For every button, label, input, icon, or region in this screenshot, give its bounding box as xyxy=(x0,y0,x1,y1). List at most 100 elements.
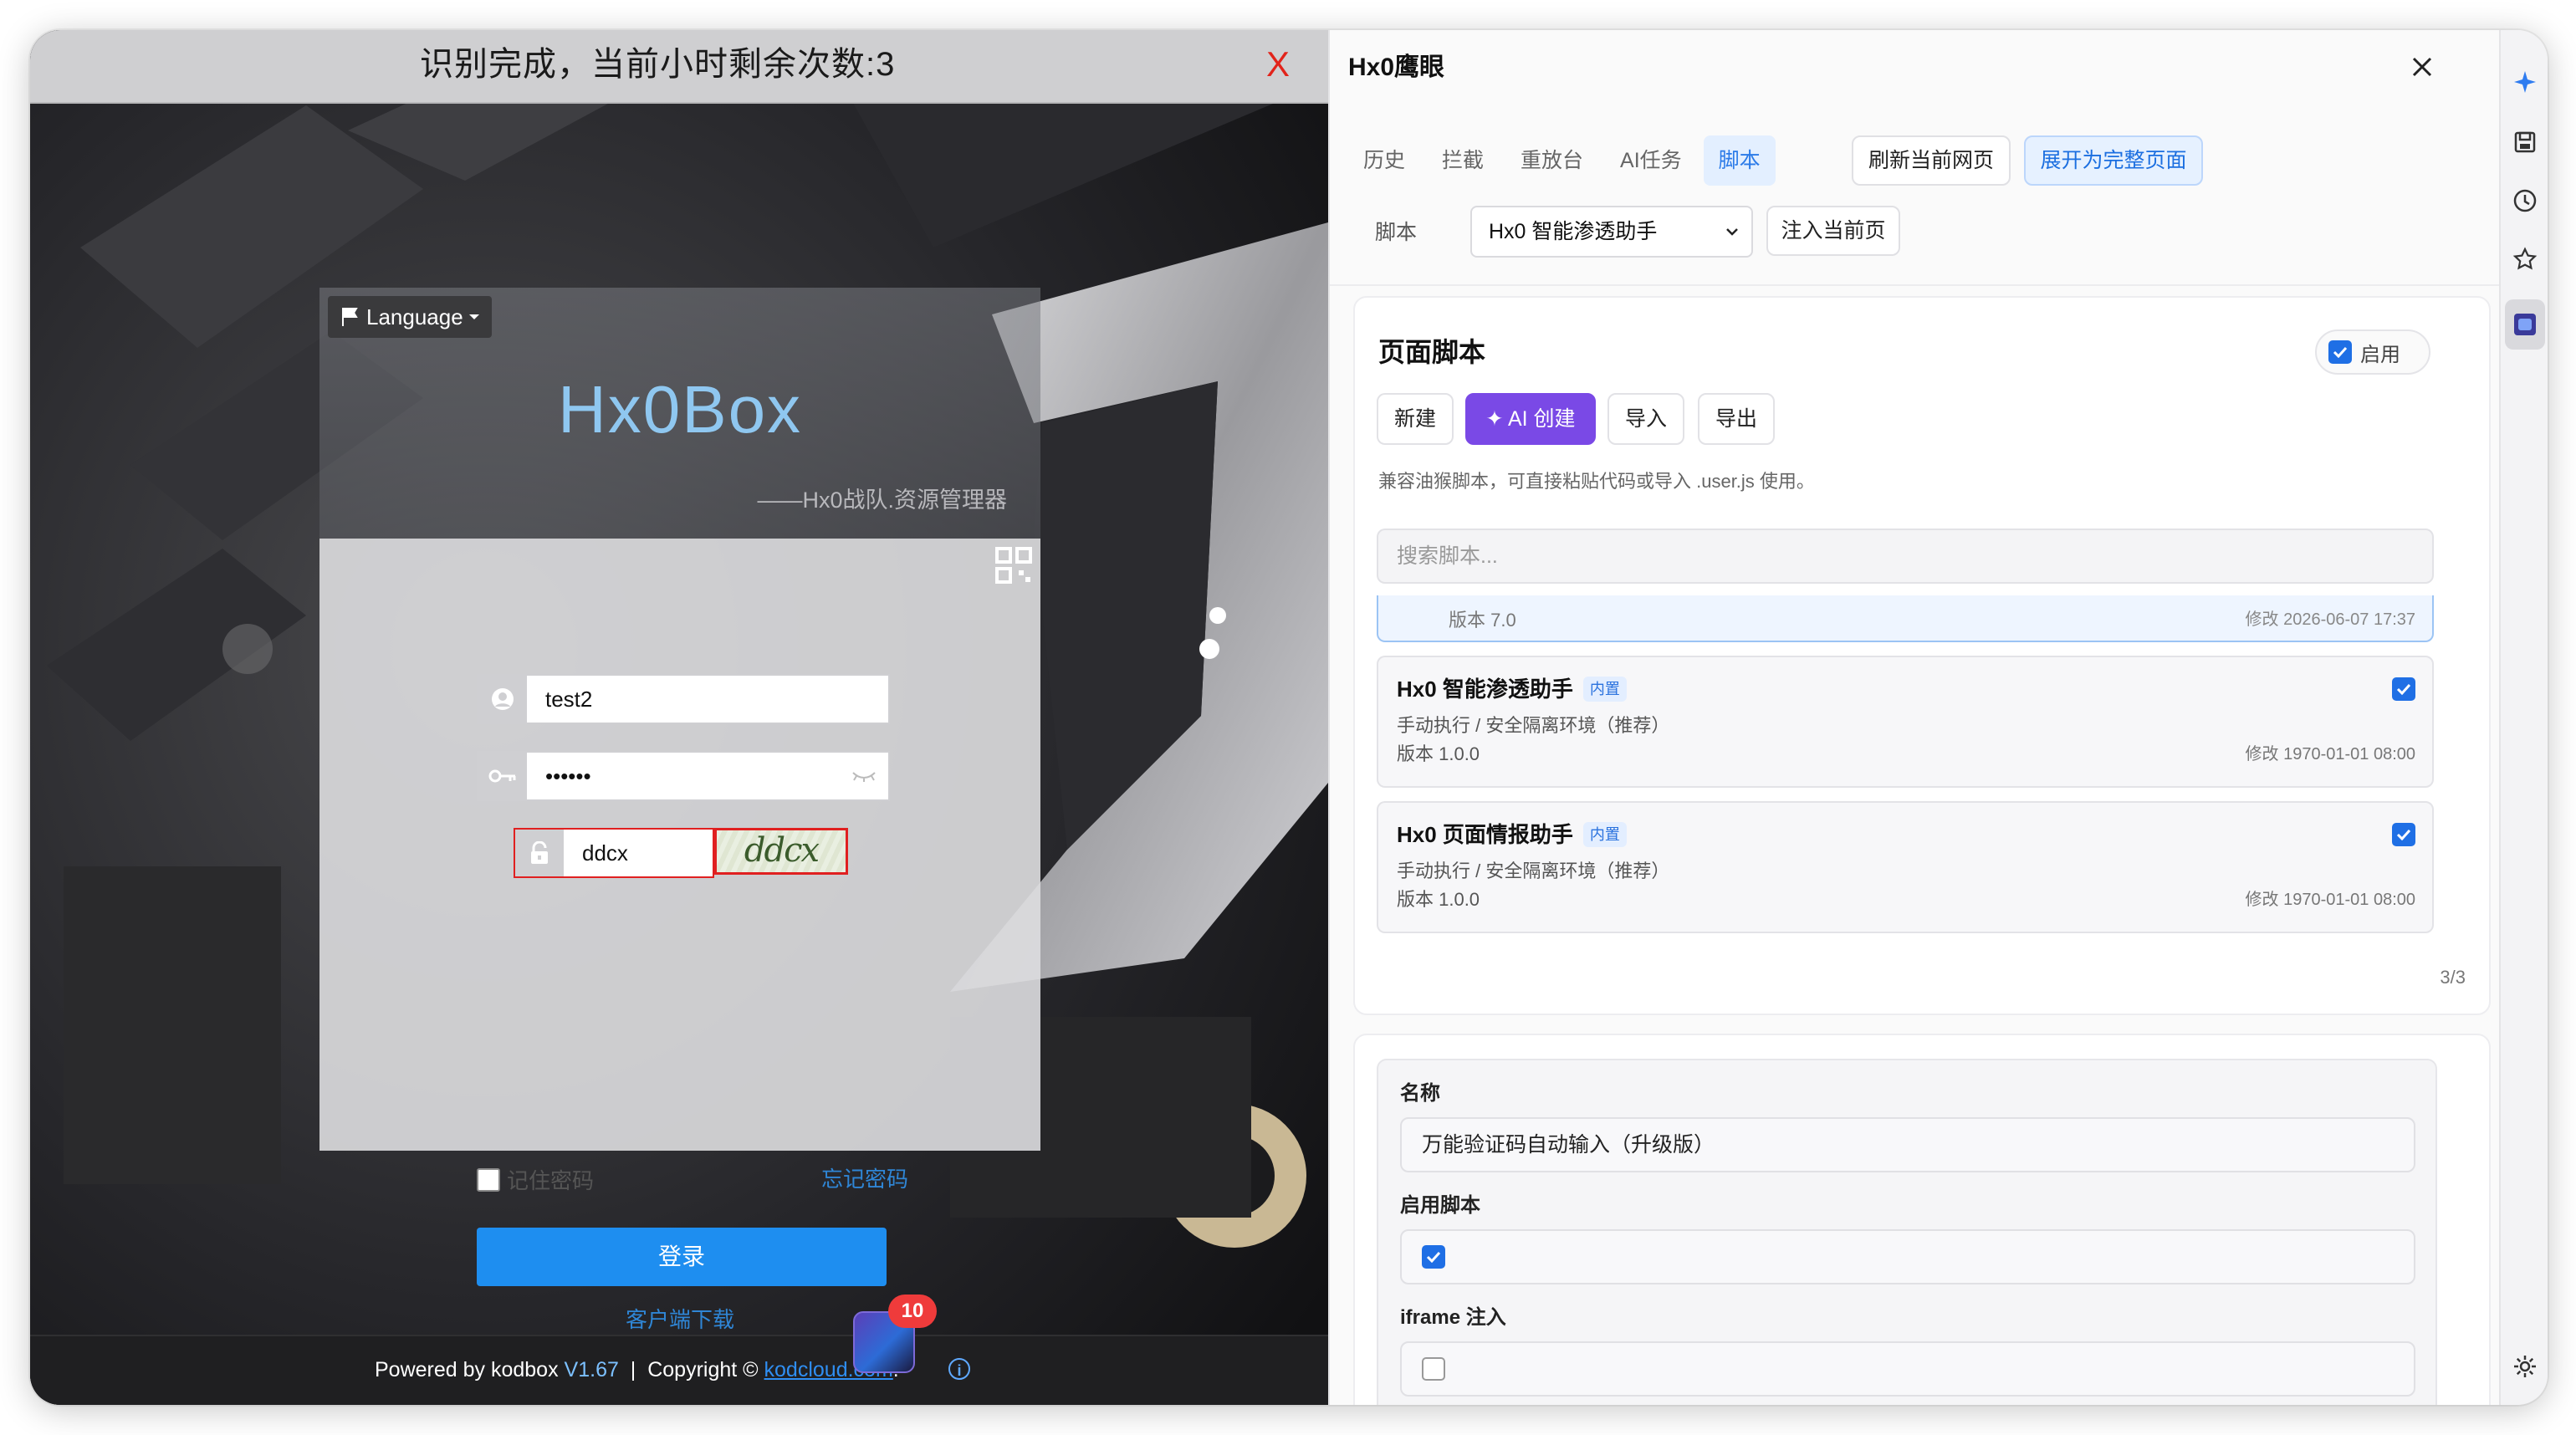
iframe-checkbox[interactable] xyxy=(1422,1357,1445,1381)
script-item[interactable]: Hx0 页面情报助手 内置 手动执行 / 安全隔离环境（推荐） 版本 1.0.0… xyxy=(1377,801,2434,933)
login-box: Language Hx0Box ——Hx0战队.资源管理器 test2 ••••… xyxy=(319,288,1040,1332)
sparkle-icon: ✦ xyxy=(1485,407,1508,431)
username-value: test2 xyxy=(545,687,593,712)
caret-down-icon xyxy=(468,314,479,319)
page-footer: Powered by kodbox V1.67 | Copyright © ko… xyxy=(30,1335,1328,1405)
expand-page-button[interactable]: 展开为完整页面 xyxy=(2024,135,2203,186)
script-select[interactable]: Hx0 智能渗透助手 xyxy=(1470,206,1753,258)
new-script-button[interactable]: 新建 xyxy=(1377,393,1454,445)
remember-password[interactable]: 记住密码 xyxy=(477,1164,594,1195)
save-icon[interactable] xyxy=(2510,127,2540,157)
script-form: 名称 万能验证码自动输入（升级版） 启用脚本 iframe 注入 xyxy=(1377,1059,2437,1405)
enable-script-label: 启用脚本 xyxy=(1400,1194,1480,1217)
login-button[interactable]: 登录 xyxy=(477,1228,887,1286)
script-name: Hx0 智能渗透助手 xyxy=(1397,677,1573,702)
script-name-row: Hx0 智能渗透助手 内置 xyxy=(1397,672,1627,706)
tab-history[interactable]: 历史 xyxy=(1348,135,1420,186)
divider xyxy=(1330,284,2501,286)
chevron-down-icon xyxy=(1726,228,1738,236)
hide-password-icon[interactable] xyxy=(851,769,877,783)
script-select-label: 脚本 xyxy=(1375,221,1418,244)
partial-version: 版本 7.0 xyxy=(1449,610,1516,631)
captcha-value: ddcx xyxy=(582,840,628,866)
partial-modified: 修改 2026-06-07 17:37 xyxy=(2245,610,2415,629)
footer-copyright: Copyright © xyxy=(647,1358,759,1381)
username-field[interactable]: test2 xyxy=(477,674,890,724)
browser-window: 识别完成，当前小时剩余次数:3 X Language Hx0Box ——Hx0战… xyxy=(30,30,2548,1405)
enable-checkbox[interactable] xyxy=(2328,340,2352,364)
script-name: Hx0 页面情报助手 xyxy=(1397,822,1573,847)
script-name-row: Hx0 页面情报助手 内置 xyxy=(1397,818,1627,851)
enable-script-field xyxy=(1400,1229,2415,1284)
iframe-field xyxy=(1400,1341,2415,1397)
extension-avatar-icon[interactable] xyxy=(2505,299,2545,350)
enable-toggle[interactable]: 启用 xyxy=(2315,329,2430,375)
script-search-input[interactable]: 搜索脚本... xyxy=(1377,529,2434,584)
script-desc: 手动执行 / 安全隔离环境（推荐） xyxy=(1397,860,1670,881)
script-item-partial[interactable]: 版本 7.0 修改 2026-06-07 17:37 xyxy=(1377,595,2434,642)
enable-script-checkbox[interactable] xyxy=(1422,1245,1445,1269)
info-icon[interactable]: i xyxy=(948,1358,970,1380)
forgot-password-link[interactable]: 忘记密码 xyxy=(821,1164,908,1194)
web-page: 识别完成，当前小时剩余次数:3 X Language Hx0Box ——Hx0战… xyxy=(30,30,1328,1405)
name-input[interactable]: 万能验证码自动输入（升级版） xyxy=(1400,1117,2415,1172)
script-item[interactable]: Hx0 智能渗透助手 内置 手动执行 / 安全隔离环境（推荐） 版本 1.0.0… xyxy=(1377,656,2434,788)
captcha-field[interactable]: ddcx xyxy=(514,828,714,878)
tab-ai-task[interactable]: AI任务 xyxy=(1605,135,1697,186)
script-modified: 修改 1970-01-01 08:00 xyxy=(2245,891,2415,909)
script-modified: 修改 1970-01-01 08:00 xyxy=(2245,745,2415,763)
name-label: 名称 xyxy=(1400,1082,1440,1105)
captcha-image[interactable]: ddcx xyxy=(714,828,848,875)
script-enable-checkbox[interactable] xyxy=(2392,823,2415,846)
remember-checkbox[interactable] xyxy=(477,1167,500,1192)
tab-scripts[interactable]: 脚本 xyxy=(1703,135,1776,186)
lock-icon xyxy=(515,830,564,876)
login-header: Language Hx0Box ——Hx0战队.资源管理器 xyxy=(319,288,1040,539)
key-icon xyxy=(478,753,527,799)
floating-assistant-button[interactable]: 10 xyxy=(843,1295,937,1373)
builtin-tag: 内置 xyxy=(1582,822,1627,847)
refresh-page-button[interactable]: 刷新当前网页 xyxy=(1852,135,2011,186)
settings-icon[interactable] xyxy=(2510,1351,2540,1381)
import-button[interactable]: 导入 xyxy=(1607,393,1684,445)
language-dropdown[interactable]: Language xyxy=(328,296,492,338)
script-desc: 手动执行 / 安全隔离环境（推荐） xyxy=(1397,715,1670,736)
tab-intercept[interactable]: 拦截 xyxy=(1427,135,1499,186)
ai-create-label: AI 创建 xyxy=(1507,407,1576,431)
sparkle-icon[interactable] xyxy=(2510,67,2540,97)
side-panel: Hx0鹰眼 历史 拦截 重放台 AI任务 脚本 刷新当前网页 展开为完整页面 脚… xyxy=(1328,30,2501,1405)
footer-text: Powered by kodbox V1.67 | Copyright © ko… xyxy=(375,1336,899,1403)
ai-create-button[interactable]: ✦ AI 创建 xyxy=(1465,393,1596,445)
compat-hint: 兼容油猴脚本，可直接粘贴代码或导入 .user.js 使用。 xyxy=(1378,471,1815,492)
flag-icon xyxy=(342,308,358,326)
qr-code-icon[interactable] xyxy=(995,547,1032,584)
script-select-value: Hx0 智能渗透助手 xyxy=(1489,220,1658,243)
login-form: test2 •••••• ddcx ddcx 记住密码 忘记密码 登录 客户端下… xyxy=(319,539,1040,1332)
tab-replay[interactable]: 重放台 xyxy=(1505,135,1598,186)
iframe-label: iframe 注入 xyxy=(1400,1306,1506,1329)
export-button[interactable]: 导出 xyxy=(1698,393,1775,445)
script-enable-checkbox[interactable] xyxy=(2392,677,2415,701)
script-count: 3/3 xyxy=(2440,967,2466,988)
footer-separator: | xyxy=(630,1358,636,1381)
captcha-notice-bar: 识别完成，当前小时剩余次数:3 X xyxy=(30,30,1328,104)
notice-close-button[interactable]: X xyxy=(1266,35,1290,94)
brand-subtitle: ——Hx0战队.资源管理器 xyxy=(757,488,1007,513)
user-icon xyxy=(478,676,527,723)
star-icon[interactable] xyxy=(2510,244,2540,274)
builtin-tag: 内置 xyxy=(1582,677,1627,702)
page-scripts-title: 页面脚本 xyxy=(1378,337,1486,367)
close-icon[interactable] xyxy=(2405,50,2439,84)
clock-icon[interactable] xyxy=(2510,186,2540,216)
notification-badge: 10 xyxy=(888,1295,937,1328)
script-editor-card: 名称 万能验证码自动输入（升级版） 启用脚本 iframe 注入 xyxy=(1353,1034,2491,1405)
password-value: •••••• xyxy=(545,763,591,789)
panel-tabs: 历史 拦截 重放台 AI任务 脚本 xyxy=(1348,135,1776,186)
inject-page-button[interactable]: 注入当前页 xyxy=(1766,206,1900,256)
password-field[interactable]: •••••• xyxy=(477,751,890,801)
notice-text: 识别完成，当前小时剩余次数:3 xyxy=(420,46,896,83)
script-version: 版本 1.0.0 xyxy=(1397,743,1480,764)
page-scripts-card: 页面脚本 启用 新建 ✦ AI 创建 导入 导出 兼容油猴脚本，可直接粘贴代码或… xyxy=(1353,296,2491,1015)
script-version: 版本 1.0.0 xyxy=(1397,889,1480,910)
brand-title: Hx0Box xyxy=(557,372,803,447)
